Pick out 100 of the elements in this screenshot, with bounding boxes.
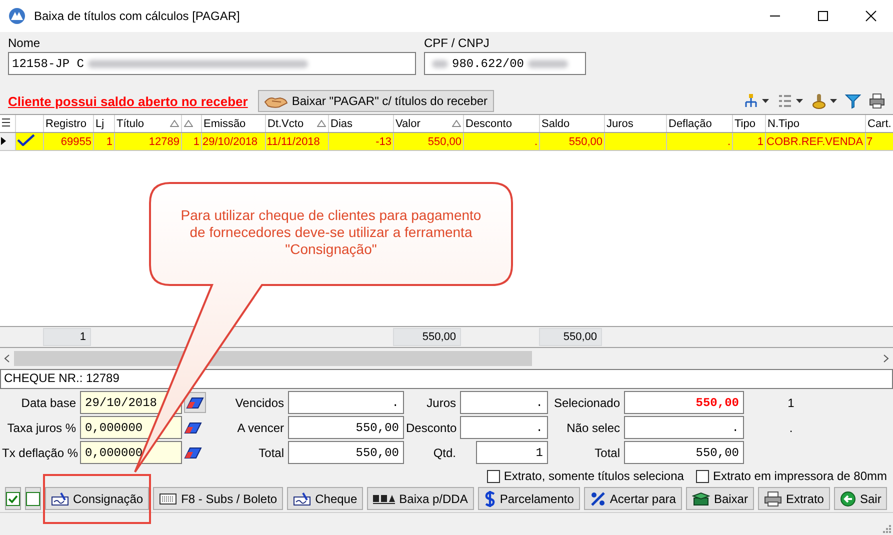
checkbox[interactable] (26, 492, 40, 506)
table-cell: 550,00 (393, 132, 463, 150)
field-label: A vencer (236, 420, 285, 434)
input-field[interactable]: 1 (476, 441, 548, 464)
field-label: Desconto (406, 420, 458, 434)
field-label: Taxa juros % (6, 420, 77, 434)
field-label: Total (258, 446, 285, 460)
printer-icon[interactable] (869, 93, 885, 109)
cheque-icon (293, 492, 312, 506)
hierarchy-icon[interactable] (743, 93, 759, 109)
row-pointer-icon (1, 136, 6, 144)
table-cell: 550,00 (539, 132, 604, 150)
input-field[interactable]: 550,00 (624, 391, 744, 414)
column-header[interactable]: Lj (93, 115, 114, 132)
column-header[interactable]: Valor (393, 115, 463, 132)
action-button[interactable]: Acertar para (584, 487, 682, 510)
input-field[interactable]: 0,000000 (80, 441, 182, 464)
eraser-icon[interactable] (184, 422, 202, 434)
field-label: Juros (426, 396, 457, 410)
checkbox[interactable] (6, 492, 20, 506)
column-header[interactable]: Dt.Vcto (265, 115, 328, 132)
action-button[interactable]: Parcelamento (478, 487, 580, 510)
column-header[interactable]: Saldo (539, 115, 604, 132)
caret-icon[interactable] (796, 99, 803, 103)
scroll-left-icon[interactable] (4, 354, 10, 363)
table-cell: . (463, 132, 539, 150)
scroll-right-icon[interactable] (883, 354, 889, 363)
field-label: Nome (8, 36, 42, 50)
total-value: 550,00 (539, 328, 602, 346)
table-row[interactable]: 69955 1 12789 1 29/10/2018 11/11/2018 -13 550,00 . 550,00 . 1 COBR.REF.VENDA 7 (0, 132, 893, 150)
caret-icon[interactable] (762, 99, 769, 103)
total-value: 550,00 (393, 328, 461, 346)
column-header[interactable]: Dias (328, 115, 393, 132)
field-label: Tx deflação % (2, 446, 78, 460)
field-label: CPF / CNPJ (424, 36, 490, 50)
row-checkbox[interactable] (16, 134, 36, 147)
app-icon (8, 7, 26, 25)
input-field[interactable]: 550,00 (624, 441, 744, 464)
table-cell: 69955 (43, 132, 93, 150)
input-field[interactable]: . (460, 391, 548, 414)
filter-icon[interactable] (845, 93, 861, 109)
window-title: Baixa de títulos com cálculos [PAGAR] (34, 9, 240, 23)
scroll-thumb[interactable] (14, 351, 532, 366)
resize-grip-icon[interactable] (881, 523, 891, 533)
column-header[interactable]: Deflação (666, 115, 732, 132)
action-button[interactable]: Baixa p/DDA (367, 487, 474, 510)
table-cell: 1 (732, 132, 765, 150)
input-field[interactable]: 550,00 (288, 416, 404, 439)
bank-icon (373, 494, 396, 504)
column-header[interactable] (181, 115, 201, 132)
close-icon[interactable] (865, 10, 877, 22)
warning-link[interactable]: Cliente possui saldo aberto no receber (8, 94, 248, 108)
input-field[interactable]: 550,00 (288, 441, 404, 464)
sort-icon[interactable] (316, 120, 326, 127)
field-label: Total (594, 446, 621, 460)
table-cell: 29/10/2018 (201, 132, 265, 150)
column-header[interactable]: N.Tipo (765, 115, 865, 132)
column-header[interactable]: Registro (43, 115, 93, 132)
action-button[interactable]: Consignação (45, 487, 150, 510)
printer-icon (764, 490, 782, 506)
action-button[interactable]: Cheque (287, 487, 364, 510)
money-stack-icon (692, 492, 710, 506)
maximize-icon[interactable] (817, 10, 829, 22)
eraser-icon[interactable] (186, 396, 204, 408)
sort-icon[interactable] (452, 120, 460, 127)
checkbox[interactable] (486, 470, 500, 482)
column-header[interactable]: Cart. (865, 115, 893, 132)
action-button[interactable]: F8 - Subs / Boleto (153, 487, 284, 510)
table-cell: 12789 (114, 132, 181, 150)
action-button[interactable]: Sair (834, 487, 888, 510)
field-label: Qtd. (432, 446, 457, 460)
input-field[interactable]: . (288, 391, 404, 414)
callout-text: Para utilizar cheque de clientes para pagamento de fornecedores deve-se utilizar a ferramenta "Consignação" (180, 207, 482, 258)
column-menu-icon[interactable] (2, 118, 10, 126)
total-value: 1 (43, 328, 91, 346)
checkbox[interactable] (696, 470, 709, 482)
percent-icon (590, 490, 606, 506)
receivables-button[interactable]: Baixar "PAGAR" c/ títulos do receber (258, 90, 494, 112)
caret-icon[interactable] (830, 99, 837, 103)
column-header[interactable]: Emissão (201, 115, 265, 132)
eraser-icon[interactable] (184, 446, 202, 458)
column-header[interactable]: Juros (604, 115, 666, 132)
input-field[interactable]: . (624, 416, 744, 439)
table-cell: 1 (181, 132, 201, 150)
field-label: Vencidos (234, 396, 285, 410)
column-header[interactable]: Tipo (732, 115, 765, 132)
column-header[interactable]: Título (114, 115, 181, 132)
text-field[interactable]: 980.622/00 (424, 52, 586, 75)
count-text: 1 (786, 396, 796, 410)
count-text: . (788, 420, 794, 434)
table-cell: 1 (93, 132, 114, 150)
input-field[interactable]: . (460, 416, 548, 439)
action-button[interactable]: Baixar (686, 487, 754, 510)
column-header[interactable]: Desconto (463, 115, 539, 132)
table-cell: 11/11/2018 (265, 132, 328, 150)
table-cell: COBR.REF.VENDA (765, 132, 865, 150)
action-button[interactable]: Extrato (758, 487, 830, 510)
checkbox-label: Extrato em impressora de 80mm (712, 469, 887, 483)
status-text: CHEQUE NR.: 12789 (0, 369, 893, 389)
text-field[interactable]: 12158-JP C (8, 52, 416, 75)
